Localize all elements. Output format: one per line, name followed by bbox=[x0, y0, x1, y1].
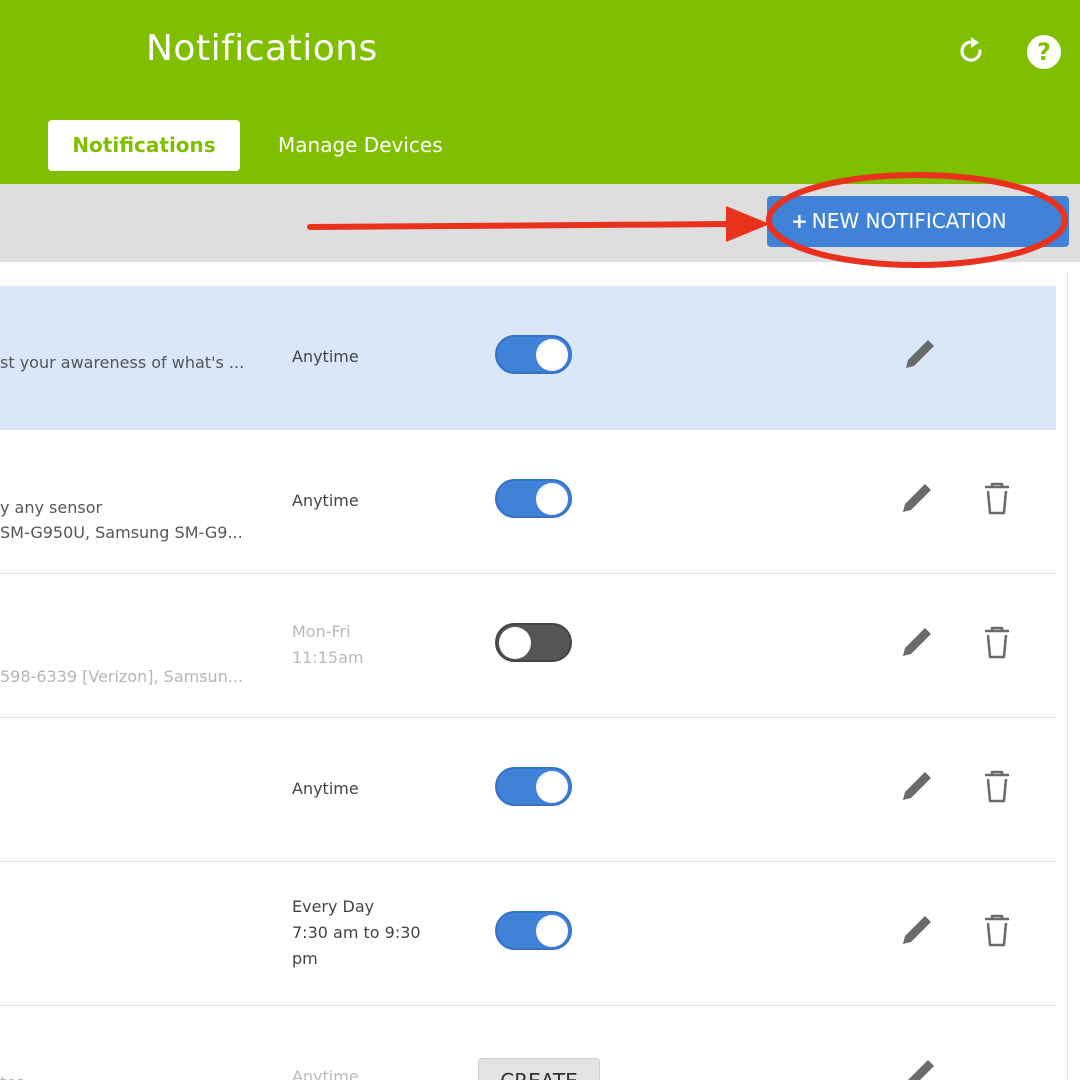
row-devices: tes bbox=[0, 1070, 270, 1080]
edit-pencil-icon[interactable] bbox=[899, 480, 935, 516]
enabled-toggle[interactable] bbox=[495, 623, 572, 662]
tab-manage-devices[interactable]: Manage Devices bbox=[278, 120, 443, 171]
schedule-line: Anytime bbox=[292, 779, 359, 798]
edit-pencil-icon[interactable] bbox=[899, 768, 935, 804]
trash-icon[interactable] bbox=[979, 768, 1015, 804]
help-icon[interactable]: ? bbox=[1027, 35, 1061, 69]
new-notification-label: NEW NOTIFICATION bbox=[811, 209, 1007, 233]
row-schedule: Anytime bbox=[292, 1064, 452, 1080]
edit-pencil-icon[interactable] bbox=[902, 336, 938, 372]
row-devices: SM-G950U, Samsung SM-G9... bbox=[0, 523, 243, 542]
edit-pencil-icon[interactable] bbox=[899, 624, 935, 660]
create-button[interactable]: CREATE bbox=[478, 1058, 600, 1080]
trash-icon[interactable] bbox=[979, 912, 1015, 948]
refresh-icon[interactable] bbox=[954, 34, 988, 68]
row-schedule: Anytime bbox=[292, 488, 452, 514]
row-devices: 598-6339 [Verizon], Samsun... bbox=[0, 667, 244, 686]
edit-pencil-icon[interactable] bbox=[899, 912, 935, 948]
edit-pencil-icon[interactable] bbox=[902, 1056, 938, 1080]
tab-notifications[interactable]: Notifications bbox=[48, 120, 240, 171]
row-schedule: Anytime bbox=[292, 776, 452, 802]
schedule-line: pm bbox=[292, 949, 318, 968]
trash-icon[interactable] bbox=[979, 480, 1015, 516]
plus-icon: + bbox=[791, 209, 808, 233]
enabled-toggle[interactable] bbox=[495, 335, 572, 374]
table-row[interactable]: y any sensor SM-G950U, Samsung SM-G9... … bbox=[0, 430, 1056, 574]
new-notification-button[interactable]: + NEW NOTIFICATION bbox=[767, 196, 1069, 247]
row-schedule: Anytime bbox=[292, 344, 452, 370]
trash-icon[interactable] bbox=[979, 624, 1015, 660]
schedule-line: Every Day bbox=[292, 897, 375, 916]
schedule-line: Anytime bbox=[292, 491, 359, 510]
schedule-line: Anytime bbox=[292, 347, 359, 366]
enabled-toggle[interactable] bbox=[495, 911, 572, 950]
page-title: Notifications bbox=[146, 28, 378, 69]
enabled-toggle[interactable] bbox=[495, 479, 572, 518]
table-row[interactable]: 598-6339 [Verizon], Samsun... Mon-Fri 11… bbox=[0, 574, 1056, 718]
row-description: y any sensor bbox=[0, 498, 103, 517]
table-row[interactable]: Anytime bbox=[0, 718, 1056, 862]
row-schedule: Every Day 7:30 am to 9:30 pm bbox=[292, 894, 452, 972]
schedule-line: 7:30 am to 9:30 bbox=[292, 923, 421, 942]
table-row[interactable]: tes Anytime CREATE bbox=[0, 1006, 1056, 1080]
schedule-line: 11:15am bbox=[292, 648, 364, 667]
notification-list: st your awareness of what's ... Anytime … bbox=[0, 272, 1068, 1080]
row-description: st your awareness of what's ... bbox=[0, 353, 245, 372]
app-header: Notifications ? Notifications Manage Dev… bbox=[0, 0, 1080, 184]
schedule-line: Anytime bbox=[292, 1067, 359, 1080]
enabled-toggle[interactable] bbox=[495, 767, 572, 806]
schedule-line: Mon-Fri bbox=[292, 622, 351, 641]
table-row[interactable]: Every Day 7:30 am to 9:30 pm bbox=[0, 862, 1056, 1006]
row-schedule: Mon-Fri 11:15am bbox=[292, 619, 452, 671]
table-row[interactable]: st your awareness of what's ... Anytime bbox=[0, 286, 1056, 430]
